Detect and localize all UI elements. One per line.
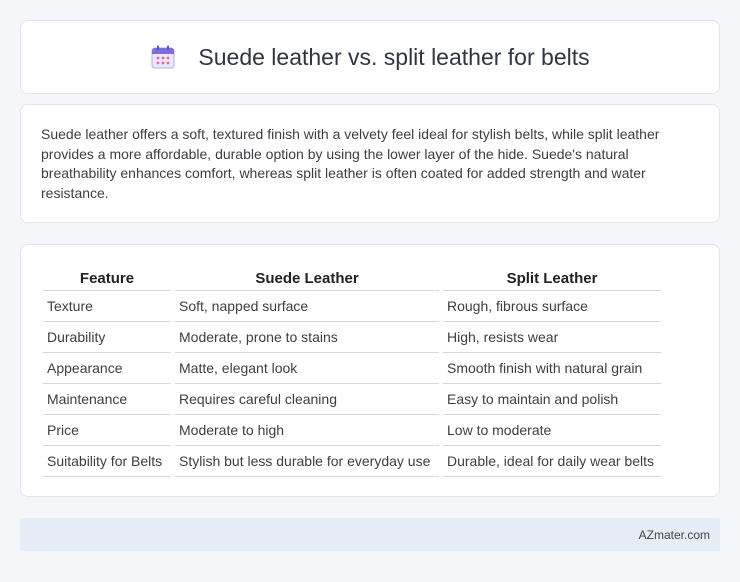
table-cell: Durable, ideal for daily wear belts xyxy=(443,446,661,477)
title-card: Suede leather vs. split leather for belt… xyxy=(20,20,720,94)
footer: AZmater.com xyxy=(20,518,720,551)
table-cell: Rough, fibrous surface xyxy=(443,291,661,322)
table-row: Price Moderate to high Low to moderate xyxy=(43,415,661,446)
table-cell: Soft, napped surface xyxy=(175,291,439,322)
table-row: Durability Moderate, prone to stains Hig… xyxy=(43,322,661,353)
table-row: Texture Soft, napped surface Rough, fibr… xyxy=(43,291,661,322)
table-cell: Smooth finish with natural grain xyxy=(443,353,661,384)
table-cell: Maintenance xyxy=(43,384,171,415)
table-cell: Appearance xyxy=(43,353,171,384)
table-cell: Requires careful cleaning xyxy=(175,384,439,415)
table-cell: Stylish but less durable for everyday us… xyxy=(175,446,439,477)
table-cell: Durability xyxy=(43,322,171,353)
column-header-split: Split Leather xyxy=(443,267,661,291)
table-cell: High, resists wear xyxy=(443,322,661,353)
intro-text: Suede leather offers a soft, textured fi… xyxy=(41,126,660,201)
column-header-feature: Feature xyxy=(43,267,171,291)
page-title: Suede leather vs. split leather for belt… xyxy=(198,43,590,70)
table-row: Suitability for Belts Stylish but less d… xyxy=(43,446,661,477)
table-row: Appearance Matte, elegant look Smooth fi… xyxy=(43,353,661,384)
table-row: Maintenance Requires careful cleaning Ea… xyxy=(43,384,661,415)
footer-site-link[interactable]: AZmater.com xyxy=(639,528,710,542)
table-cell: Texture xyxy=(43,291,171,322)
table-cell: Easy to maintain and polish xyxy=(443,384,661,415)
comparison-card: Feature Suede Leather Split Leather Text… xyxy=(20,244,720,497)
table-cell: Matte, elegant look xyxy=(175,353,439,384)
comparison-table: Feature Suede Leather Split Leather Text… xyxy=(39,267,665,477)
table-cell: Moderate to high xyxy=(175,415,439,446)
table-cell: Moderate, prone to stains xyxy=(175,322,439,353)
table-header-row: Feature Suede Leather Split Leather xyxy=(43,267,661,291)
table-cell: Price xyxy=(43,415,171,446)
calendar-icon xyxy=(150,44,176,70)
intro-card: Suede leather offers a soft, textured fi… xyxy=(20,104,720,223)
table-cell: Low to moderate xyxy=(443,415,661,446)
column-header-suede: Suede Leather xyxy=(175,267,439,291)
table-cell: Suitability for Belts xyxy=(43,446,171,477)
